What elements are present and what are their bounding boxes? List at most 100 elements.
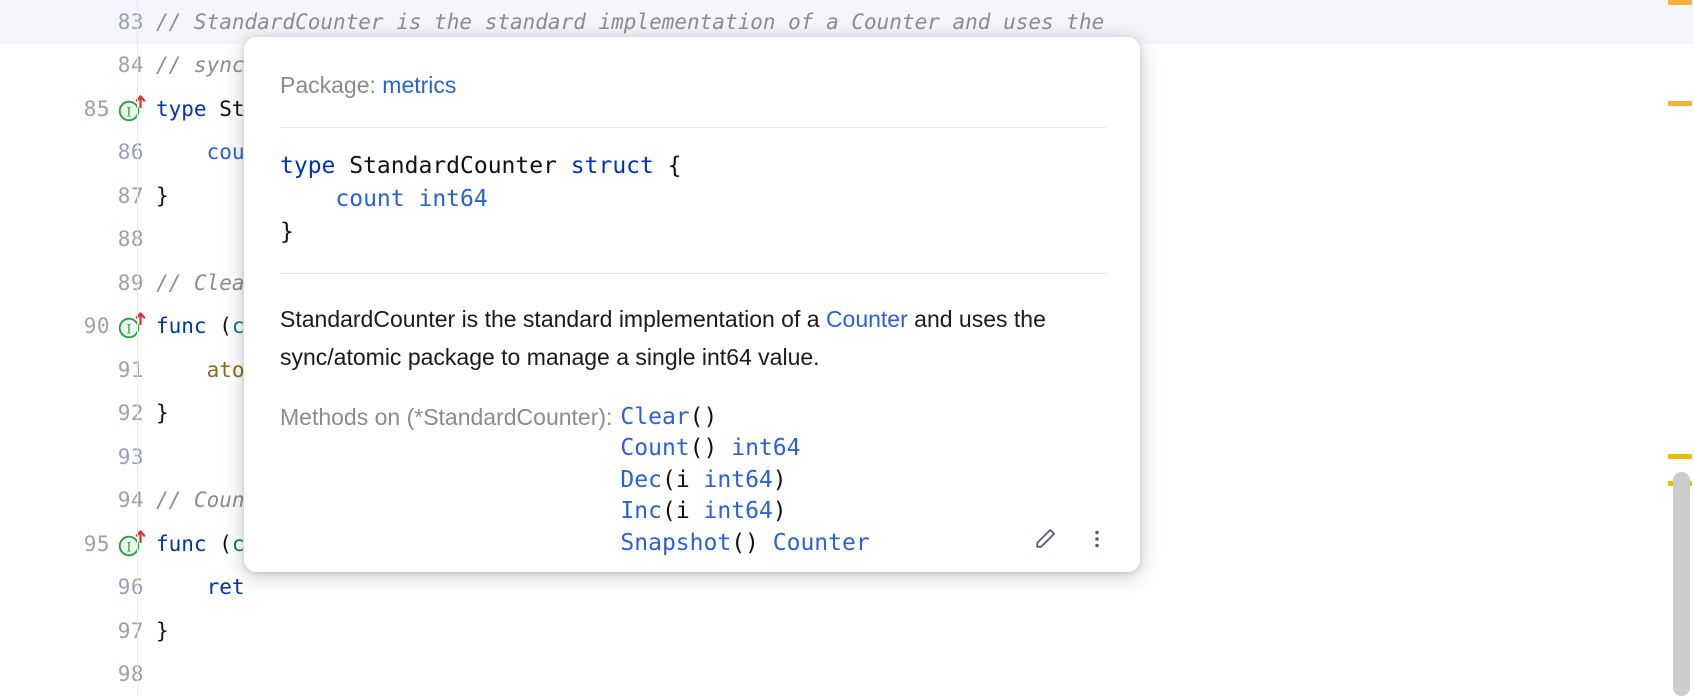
code-line-text[interactable]: } xyxy=(150,401,169,425)
method-name[interactable]: Count xyxy=(620,435,689,461)
code-token: StandardCounter xyxy=(335,153,570,179)
code-line-text[interactable]: } xyxy=(150,184,169,208)
description-text: StandardCounter is the standard implemen… xyxy=(280,306,826,332)
gutter-divider xyxy=(137,131,138,175)
code-token xyxy=(156,575,207,599)
method-item[interactable]: Count() int64 xyxy=(620,433,869,465)
method-item[interactable]: Snapshot() Counter xyxy=(620,528,869,560)
line-number: 84 xyxy=(118,53,150,77)
method-token: () xyxy=(690,404,718,430)
implemented-interface-icon[interactable]: I xyxy=(116,311,150,341)
code-line-text[interactable]: func (c xyxy=(150,314,245,338)
line-gutter[interactable]: 91 xyxy=(0,348,150,392)
line-number: 83 xyxy=(118,10,150,34)
line-number: 95 xyxy=(84,532,116,556)
gutter-divider xyxy=(137,87,138,131)
gutter-divider xyxy=(137,522,138,566)
line-gutter[interactable]: 87 xyxy=(0,174,150,218)
edit-source-icon[interactable] xyxy=(1028,522,1062,556)
line-number: 97 xyxy=(118,619,150,643)
code-token: type xyxy=(156,97,207,121)
signature-line: } xyxy=(280,216,1106,249)
vertical-scrollbar-thumb[interactable] xyxy=(1673,472,1690,696)
code-token: } xyxy=(156,184,169,208)
documentation-popup-actions xyxy=(1028,522,1114,556)
methods-label: Methods on (*StandardCounter): xyxy=(280,402,620,434)
warning-marker[interactable] xyxy=(1668,454,1692,459)
warning-marker[interactable] xyxy=(1668,101,1692,106)
implemented-interface-icon[interactable]: I xyxy=(116,94,150,124)
code-token: } xyxy=(280,219,294,245)
method-token: () xyxy=(690,435,732,461)
code-token xyxy=(156,358,207,382)
line-gutter[interactable]: 93 xyxy=(0,435,150,479)
code-token: type xyxy=(280,153,335,179)
signature-line: type StandardCounter struct { xyxy=(280,150,1106,183)
method-name[interactable]: Inc xyxy=(620,498,662,524)
gutter-divider xyxy=(137,348,138,392)
gutter-divider xyxy=(137,0,138,44)
line-number: 88 xyxy=(118,227,150,251)
method-type[interactable]: int64 xyxy=(704,498,773,524)
line-gutter[interactable]: 94 xyxy=(0,479,150,523)
method-type[interactable]: int64 xyxy=(731,435,800,461)
code-line-text[interactable]: // Coun xyxy=(150,488,245,512)
code-line-text[interactable]: func (c xyxy=(150,532,245,556)
line-gutter[interactable]: 98 xyxy=(0,653,150,696)
line-gutter[interactable]: 90I xyxy=(0,305,150,349)
method-token: ) xyxy=(773,467,787,493)
code-line[interactable]: 97} xyxy=(0,609,1694,653)
more-options-icon[interactable] xyxy=(1080,522,1114,556)
line-number: 94 xyxy=(118,488,150,512)
line-gutter[interactable]: 96 xyxy=(0,566,150,610)
line-number: 93 xyxy=(118,445,150,469)
line-gutter[interactable]: 86 xyxy=(0,131,150,175)
package-link[interactable]: metrics xyxy=(382,72,456,98)
code-line[interactable]: 96 ret xyxy=(0,566,1694,610)
editor-scrollbar-marker-track[interactable] xyxy=(1668,0,1694,696)
line-gutter[interactable]: 95I xyxy=(0,522,150,566)
method-item[interactable]: Clear() xyxy=(620,402,869,434)
code-line-text[interactable]: cou xyxy=(150,140,245,164)
line-gutter[interactable]: 88 xyxy=(0,218,150,262)
method-token: i xyxy=(676,467,704,493)
line-number: 96 xyxy=(118,575,150,599)
documentation-popup[interactable]: Package: metrics type StandardCounter st… xyxy=(244,37,1140,572)
svg-text:I: I xyxy=(126,323,131,338)
code-token: c xyxy=(232,314,245,338)
line-gutter[interactable]: 97 xyxy=(0,609,150,653)
line-number: 92 xyxy=(118,401,150,425)
code-line-text[interactable]: type St xyxy=(150,97,245,121)
implemented-interface-icon[interactable]: I xyxy=(116,529,150,559)
line-number: 89 xyxy=(118,271,150,295)
method-type[interactable]: int64 xyxy=(704,467,773,493)
gutter-divider xyxy=(137,653,138,696)
line-gutter[interactable]: 85I xyxy=(0,87,150,131)
method-item[interactable]: Dec(i int64) xyxy=(620,465,869,497)
method-name[interactable]: Dec xyxy=(620,467,662,493)
line-gutter[interactable]: 83 xyxy=(0,0,150,44)
method-name[interactable]: Snapshot xyxy=(620,530,731,556)
code-line[interactable]: 98 xyxy=(0,653,1694,696)
ide-editor-window: 83// StandardCounter is the standard imp… xyxy=(0,0,1694,696)
code-line-text[interactable]: } xyxy=(150,619,169,643)
code-line-text[interactable]: // sync xyxy=(150,53,245,77)
code-line-text[interactable]: // Clea xyxy=(150,271,245,295)
method-type[interactable]: Counter xyxy=(773,530,870,556)
method-token: ( xyxy=(662,467,676,493)
line-gutter[interactable]: 89 xyxy=(0,261,150,305)
code-line-text[interactable]: ret xyxy=(150,575,245,599)
warning-marker[interactable] xyxy=(1668,0,1692,5)
method-token: () xyxy=(731,530,773,556)
type-reference-link[interactable]: Counter xyxy=(826,306,908,332)
code-line-text[interactable]: // StandardCounter is the standard imple… xyxy=(150,10,1104,34)
line-number: 86 xyxy=(118,140,150,164)
method-name[interactable]: Clear xyxy=(620,404,689,430)
code-token: count int64 xyxy=(280,186,488,212)
line-gutter[interactable]: 92 xyxy=(0,392,150,436)
method-item[interactable]: Inc(i int64) xyxy=(620,496,869,528)
line-gutter[interactable]: 84 xyxy=(0,44,150,88)
code-token: // Clea xyxy=(156,271,245,295)
code-line-text[interactable]: ato xyxy=(150,358,245,382)
methods-section: Methods on (*StandardCounter): Clear()Co… xyxy=(280,376,1106,560)
